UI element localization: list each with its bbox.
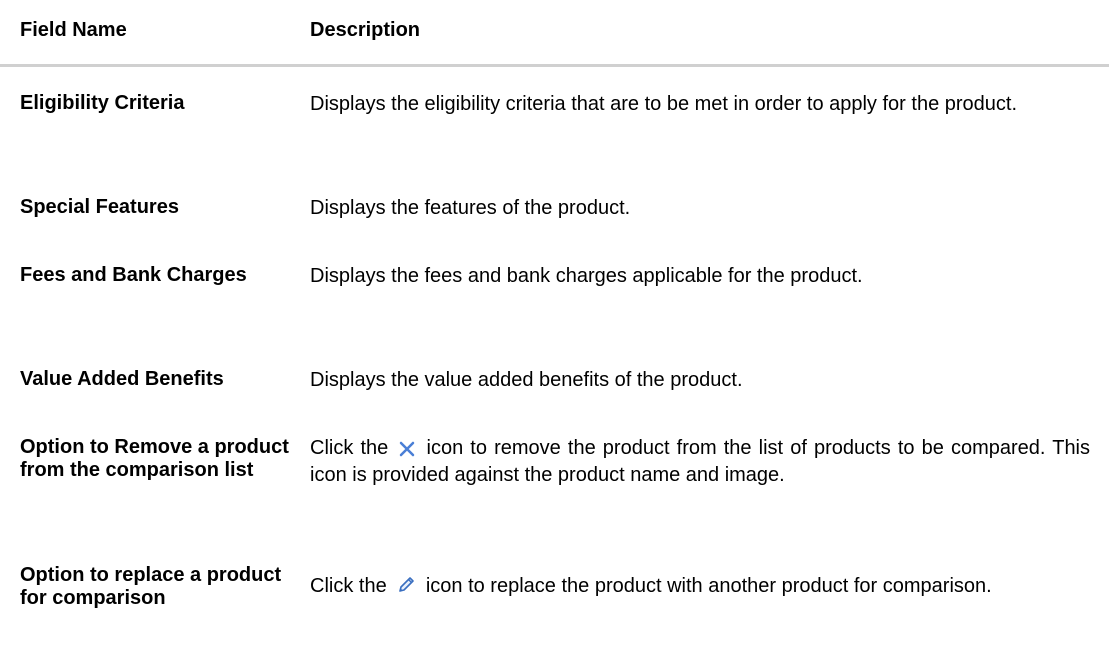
field-name-header: Field Name — [20, 19, 127, 41]
description-prefix: Click the — [310, 575, 387, 597]
pencil-icon — [396, 575, 416, 601]
field-name: Eligibility Criteria — [20, 92, 185, 114]
field-description: Click the icon to remove the product fro… — [310, 436, 1090, 487]
description-prefix: Click the — [310, 437, 389, 459]
field-description: Displays the fees and bank charges appli… — [310, 265, 863, 287]
field-description: Displays the value added benefits of the… — [310, 369, 743, 391]
field-name: Value Added Benefits — [20, 368, 224, 390]
description-header: Description — [310, 19, 421, 41]
close-icon — [399, 439, 415, 463]
field-name: Option to replace a product for comparis… — [20, 564, 282, 609]
table-header: Field Name Description — [0, 0, 1109, 64]
field-name: Special Features — [20, 196, 179, 218]
description-suffix: icon to remove the product from the list… — [310, 437, 1091, 486]
header-divider — [0, 64, 1109, 67]
field-name: Option to Remove a product from the comp… — [20, 436, 289, 481]
field-description: Click the icon to replace the product wi… — [310, 574, 1090, 601]
field-name: Fees and Bank Charges — [20, 264, 247, 286]
description-suffix: icon to replace the product with another… — [425, 575, 992, 597]
field-description: Displays the eligibility criteria that a… — [310, 93, 1018, 115]
field-description: Displays the features of the product. — [310, 197, 631, 219]
